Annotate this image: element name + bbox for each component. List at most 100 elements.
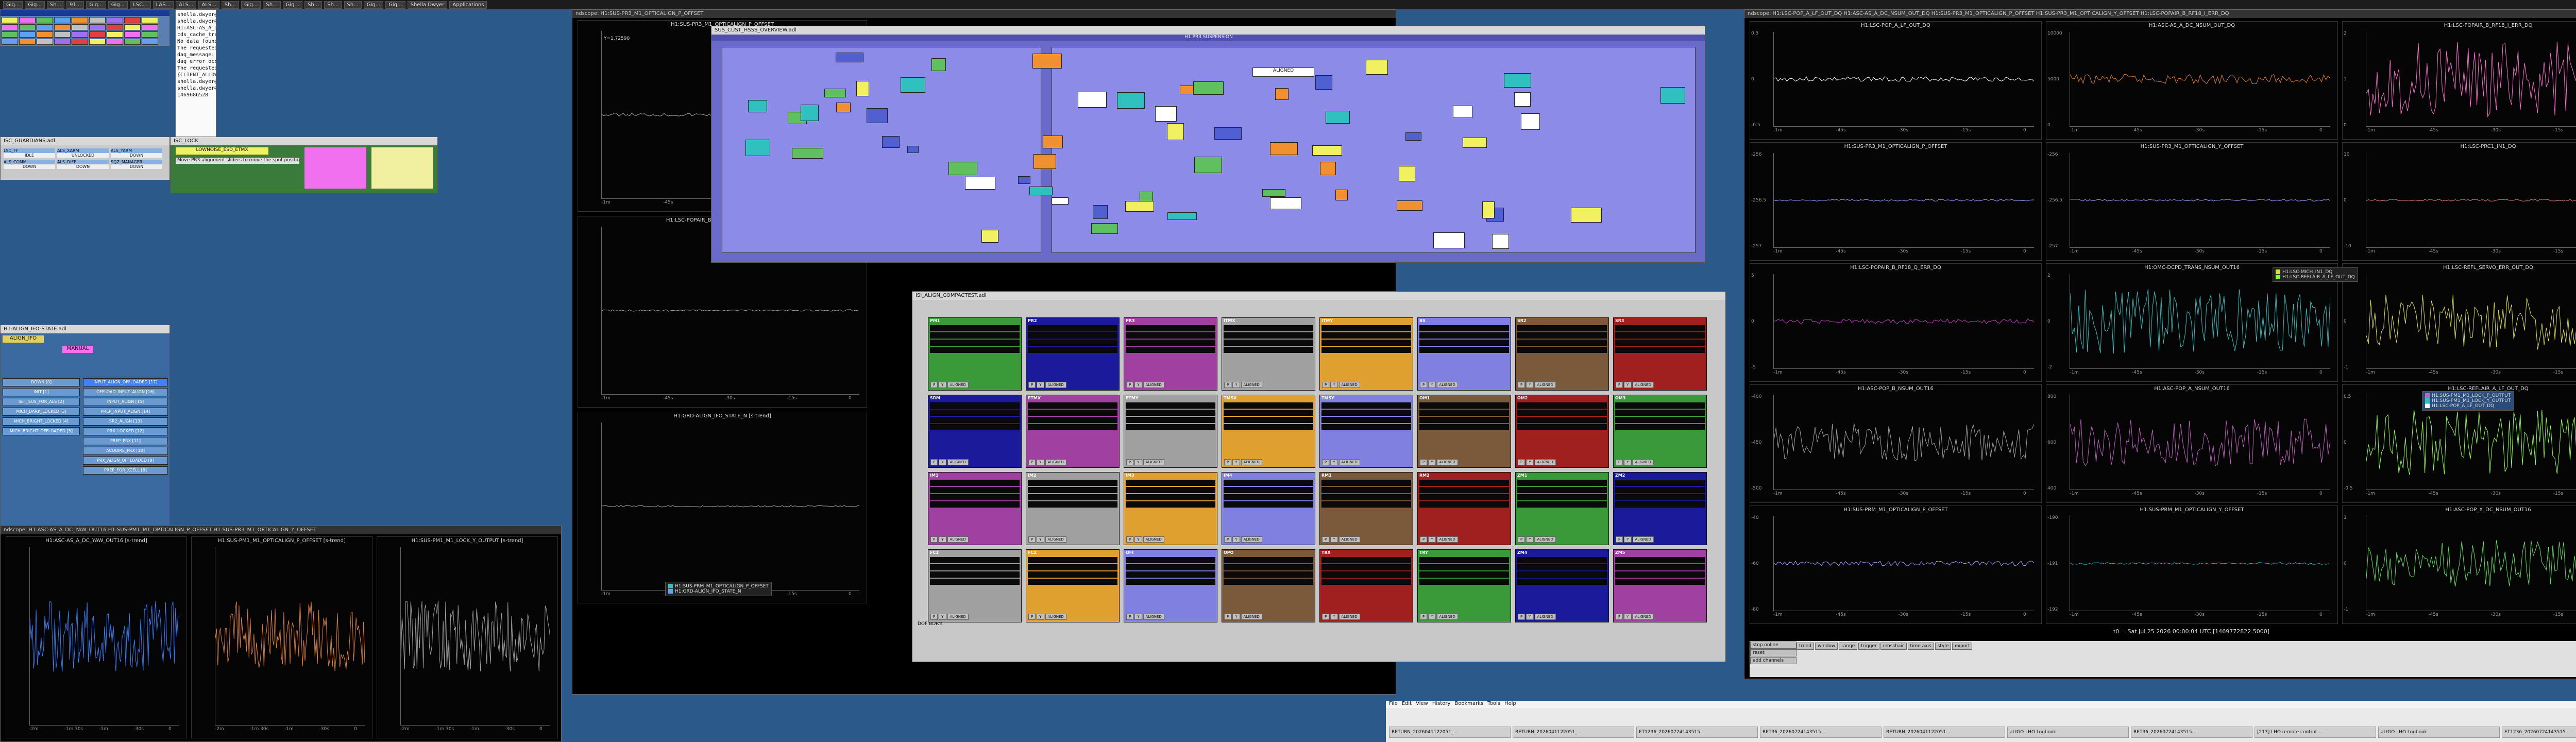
isi-tile-button[interactable]: P (1028, 614, 1036, 620)
sitemap-button[interactable] (89, 31, 106, 38)
sus-filter-block[interactable] (1463, 138, 1487, 148)
plot-panel[interactable]: H1:ASC-AS_A_DC_NSUM_OUT_DQ 10000 5000 0 -1m -… (2046, 21, 2338, 140)
isi-tile-button[interactable]: P (1028, 382, 1036, 388)
isi-tile-button[interactable]: Y (1624, 614, 1632, 620)
align-state-button[interactable]: PREP_INPUT_ALIGN [14] (83, 408, 168, 416)
align-state-button[interactable]: INPUT_ALIGN_OFFLOADED [17] (83, 378, 168, 386)
isi-optic-tile[interactable]: TMSY P Y ALIGNED (1319, 395, 1413, 468)
isi-tile-button[interactable]: Y (1526, 382, 1534, 388)
sitemap-button[interactable] (19, 39, 36, 45)
plot-panel[interactable]: H1:SUS-PR3_M1_OPTICALIGN_P_OFFSET -256 -25… (1750, 142, 2042, 261)
isi-tile-button[interactable]: P (1224, 536, 1232, 543)
sitemap-button[interactable] (2, 17, 18, 23)
taskbar-item[interactable]: ALS... (198, 1, 219, 9)
isi-tile-button[interactable]: P (1616, 459, 1623, 465)
plot-panel[interactable]: H1:ASC-POP_B_NSUM_OUT16 -400 -450 -500 -1m -4… (1750, 384, 2042, 503)
taskbar-item[interactable]: Sh... (344, 1, 362, 9)
isi-tile-button[interactable]: Y (1428, 614, 1436, 620)
isi-tile-button[interactable]: Y (1330, 382, 1338, 388)
guardian-node[interactable]: LSC_FF IDLE (4, 148, 55, 158)
taskbar-item[interactable]: Gig... (86, 1, 106, 9)
sitemap-button[interactable] (54, 39, 71, 45)
isi-tile-button[interactable]: ALIGNED (1632, 459, 1654, 465)
sus-filter-block[interactable] (1018, 176, 1030, 184)
sus-filter-block[interactable] (1052, 197, 1069, 205)
sus-filter-block[interactable] (1117, 92, 1145, 109)
sus-filter-block[interactable] (1167, 212, 1197, 220)
browser-tab[interactable]: ET1236_20260724143515... (2502, 727, 2576, 738)
isi-optic-tile[interactable]: ZM1 P Y ALIGNED (1515, 472, 1609, 545)
taskbar-item[interactable]: Gig... (385, 1, 405, 9)
isi-tile-button[interactable]: P (1028, 536, 1036, 543)
sus-filter-block[interactable] (1214, 127, 1242, 140)
taskbar-item[interactable]: Sh... (263, 1, 281, 9)
isi-tile-button[interactable]: ALIGNED (1436, 459, 1458, 465)
guardian-node[interactable]: ALS_YARM DOWN (111, 148, 162, 158)
sus-filter-block[interactable] (1275, 88, 1289, 100)
isi-tile-button[interactable]: Y (939, 536, 946, 543)
isi-tile-button[interactable]: Y (1134, 382, 1142, 388)
align-state-button[interactable]: PRX_ALIGN_OFFLOADED [9] (83, 457, 168, 465)
sitemap-button[interactable] (37, 31, 53, 38)
ndscope-control-button[interactable]: stop online (1750, 642, 1797, 649)
sus-filter-block[interactable] (1043, 136, 1063, 148)
isi-tile-button[interactable]: ALIGNED (1632, 382, 1654, 388)
isi-optic-tile[interactable]: FC1 P Y ALIGNED (928, 549, 1022, 622)
isi-tile-button[interactable]: ALIGNED (1045, 536, 1066, 543)
isi-tile-button[interactable]: Y (1428, 382, 1436, 388)
taskbar-item[interactable]: Sh... (304, 1, 323, 9)
sus-filter-block[interactable] (1262, 189, 1285, 197)
browser-tab[interactable]: [213] LHO remote control -... (2255, 727, 2376, 738)
plot-panel[interactable]: H1:GRD-ALIGN_IFO_STATE_N [s-trend]-1m-45… (578, 412, 867, 603)
isi-tile-button[interactable]: Y (1330, 459, 1338, 465)
isi-tile-button[interactable]: ALIGNED (1534, 459, 1556, 465)
isi-tile-button[interactable]: ALIGNED (1241, 382, 1262, 388)
isi-tile-button[interactable]: Y (1037, 536, 1044, 543)
sitemap-button[interactable] (72, 31, 88, 38)
isi-tile-button[interactable]: Y (939, 382, 946, 388)
sitemap-button[interactable] (89, 17, 106, 23)
sus-filter-block[interactable] (801, 105, 819, 121)
sus-filter-block[interactable] (1194, 157, 1222, 173)
isi-tile-button[interactable]: Y (1526, 614, 1534, 620)
isi-optic-tile[interactable]: SR2 P Y ALIGNED (1515, 317, 1609, 391)
isi-optic-tile[interactable]: ITMY P Y ALIGNED (1319, 317, 1413, 391)
isi-tile-button[interactable]: ALIGNED (1045, 459, 1066, 465)
sitemap-button[interactable] (72, 24, 88, 30)
taskbar-item[interactable]: Gig... (3, 1, 23, 9)
isi-tile-button[interactable]: Y (1134, 614, 1142, 620)
isi-tile-button[interactable]: Y (1330, 614, 1338, 620)
sitemap-button[interactable] (54, 17, 71, 23)
guardian-node[interactable]: ALS_DIFF DOWN (57, 160, 109, 169)
isi-optic-tile[interactable]: OM2 P Y ALIGNED (1515, 395, 1609, 468)
sitemap-button[interactable] (89, 24, 106, 30)
isi-optic-tile[interactable]: ZM5 P Y ALIGNED (1613, 549, 1707, 622)
taskbar-item[interactable]: LAS... (152, 1, 174, 9)
sus-filter-block[interactable] (1167, 123, 1184, 140)
isi-tile-button[interactable]: P (1322, 382, 1330, 388)
isi-optic-tile[interactable]: BS P Y ALIGNED (1417, 317, 1511, 391)
isi-optic-tile[interactable]: PR2 P Y ALIGNED (1026, 317, 1120, 391)
sitemap-button[interactable] (37, 17, 53, 23)
plot-panel[interactable]: H1:SUS-PM1_M1_LOCK_Y_OUTPUT [s-trend] -2m… (377, 536, 558, 738)
sus-filter-block[interactable] (1155, 106, 1177, 122)
align-state-button[interactable]: INPUT_ALIGN [15] (83, 398, 168, 406)
isi-tile-button[interactable]: Y (1232, 614, 1240, 620)
taskbar-item[interactable]: 91... (66, 1, 84, 9)
isi-tile-button[interactable]: P (1616, 382, 1623, 388)
isi-tile-button[interactable]: P (1126, 382, 1134, 388)
isi-tile-button[interactable]: ALIGNED (1241, 536, 1262, 543)
ndscope-tab[interactable]: export (1952, 643, 1973, 650)
isi-tile-button[interactable]: Y (1037, 614, 1044, 620)
sitemap-button[interactable] (142, 24, 158, 30)
plot-panel[interactable]: H1:ASC-POP_X_DC_NSUM_OUT16 1 0 -1 -1m -45s -30… (2342, 505, 2576, 624)
isi-optic-tile[interactable]: ZM2 P Y ALIGNED (1613, 472, 1707, 545)
isi-optic-tile[interactable]: OM3 P Y ALIGNED (1613, 395, 1707, 468)
guardian-node[interactable]: ALS_COMM DOWN (4, 160, 55, 169)
isi-tile-button[interactable]: Y (1526, 459, 1534, 465)
isi-tile-button[interactable]: P (1420, 459, 1428, 465)
sitemap-button[interactable] (107, 31, 123, 38)
sitemap-button[interactable] (19, 17, 36, 23)
browser-tab[interactable]: RETURN_2026041122051_... (1389, 727, 1511, 738)
isi-tile-button[interactable]: ALIGNED (1143, 459, 1164, 465)
